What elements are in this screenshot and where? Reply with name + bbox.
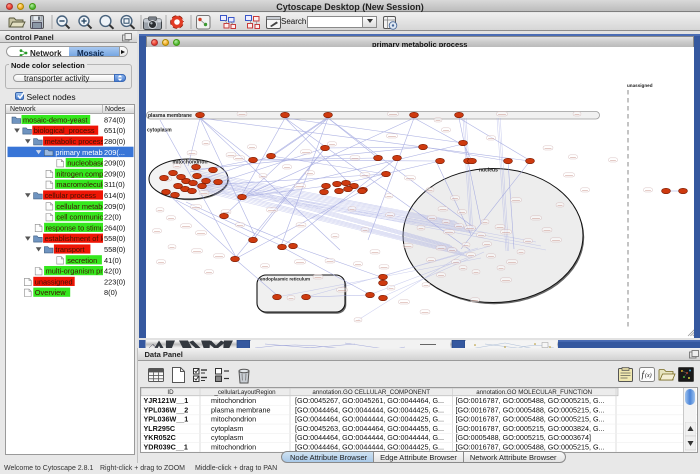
svg-text:plasma membrane: plasma membrane xyxy=(211,405,271,414)
svg-text:558(0): 558(0) xyxy=(104,234,125,243)
svg-text:ID: ID xyxy=(167,388,174,395)
svg-text:[GO:0044464, GO:0044444, GO:00: [GO:0044464, GO:0044444, GO:0044425, G..… xyxy=(295,414,444,423)
svg-text:mitochondrion: mitochondrion xyxy=(211,396,256,405)
svg-text:_cellularLayoutRegion: _cellularLayoutRegion xyxy=(213,388,276,395)
svg-text:biological_process: biological_process xyxy=(34,126,95,135)
svg-text:209(0): 209(0) xyxy=(104,201,125,210)
svg-text:establishment of lo: establishment of lo xyxy=(45,234,107,243)
svg-text:cell communicat: cell communicat xyxy=(56,212,109,221)
svg-text:endoplasmic reticulum: endoplasmic reticulum xyxy=(260,277,310,282)
svg-text:plasma membrane: plasma membrane xyxy=(148,113,192,119)
svg-text:209(0): 209(0) xyxy=(104,169,125,178)
svg-text:651(0): 651(0) xyxy=(104,126,125,135)
svg-text:unassigned: unassigned xyxy=(627,83,653,88)
svg-text:cytoplasm: cytoplasm xyxy=(211,423,243,432)
svg-text:(x): (x) xyxy=(645,372,652,379)
svg-text:223(0): 223(0) xyxy=(104,277,125,286)
svg-text:[GO:0016787, GO:0005488, GO:00: [GO:0016787, GO:0005488, GO:0005215, G..… xyxy=(456,414,605,423)
svg-text:mosaic-demo-yeast: mosaic-demo-yeast xyxy=(23,115,87,124)
svg-text:YLR295C: YLR295C xyxy=(144,423,176,432)
svg-text:YPL036W__2: YPL036W__2 xyxy=(144,405,189,414)
svg-text:cellular metabol: cellular metabol xyxy=(56,201,108,210)
svg-text:transport: transport xyxy=(55,245,84,254)
svg-text:YDR039C__1: YDR039C__1 xyxy=(144,442,188,451)
svg-text:Overview: Overview xyxy=(35,288,66,297)
svg-text:[GO:0016787, GO:0005488, GO:00: [GO:0016787, GO:0005488, GO:0005215, G..… xyxy=(456,405,605,414)
svg-text:311(0): 311(0) xyxy=(104,180,125,189)
svg-text:264(0): 264(0) xyxy=(104,223,125,232)
svg-text:209(...: 209(... xyxy=(104,147,125,156)
svg-text:[GO:0045267, GO:0045261, GO:00: [GO:0045267, GO:0045261, GO:0044464, G..… xyxy=(295,396,444,405)
svg-text:42(0): 42(0) xyxy=(104,266,121,275)
svg-text:558(0): 558(0) xyxy=(104,245,125,254)
svg-text:[GO:0016787, GO:0005215, GO:00: [GO:0016787, GO:0005215, GO:0003824, G..… xyxy=(456,423,605,432)
svg-text:[GO:0044464, GO:0044444, GO:00: [GO:0044464, GO:0044444, GO:0044444, G..… xyxy=(295,433,444,442)
svg-text:[GO:0016787, GO:0005488, GO:00: [GO:0016787, GO:0005488, GO:0005215, G..… xyxy=(456,396,605,405)
svg-text:multi-organism pro: multi-organism pro xyxy=(46,266,107,275)
svg-text:nucleus: nucleus xyxy=(479,168,498,174)
svg-text:annotation.GO MOLECULAR_FUNCTI: annotation.GO MOLECULAR_FUNCTION xyxy=(476,388,592,395)
svg-text:614(0): 614(0) xyxy=(104,191,125,200)
svg-text:primary metabo: primary metabo xyxy=(55,147,106,156)
svg-text:YJR121W__1: YJR121W__1 xyxy=(144,396,189,405)
svg-text:YKR052C: YKR052C xyxy=(144,433,176,442)
svg-text:[GO:0005488, GO:0005215, GO:00: [GO:0005488, GO:0005215, GO:0003674] xyxy=(456,433,591,442)
svg-text:280(0): 280(0) xyxy=(104,137,125,146)
svg-text:cytoplasm: cytoplasm xyxy=(147,128,172,134)
svg-text:nitrogen compo: nitrogen compo xyxy=(56,169,107,178)
svg-text:[GO:0045263, GO:0044464, GO:00: [GO:0045263, GO:0044464, GO:0044455, G..… xyxy=(295,423,444,432)
svg-text:22(0): 22(0) xyxy=(104,212,121,221)
svg-text:metabolic process: metabolic process xyxy=(45,137,105,146)
svg-text:cellular process: cellular process xyxy=(45,191,97,200)
svg-text:unassigned: unassigned xyxy=(35,277,73,286)
svg-text:annotation.GO CELLULAR_COMPONE: annotation.GO CELLULAR_COMPONENT xyxy=(312,388,430,395)
svg-text:cytoplasm: cytoplasm xyxy=(211,433,243,442)
svg-text:response to stimulu: response to stimulu xyxy=(46,223,110,232)
svg-text:209(0): 209(0) xyxy=(104,158,125,167)
svg-text:macromolecule: macromolecule xyxy=(56,180,106,189)
svg-text:YPL036W__1: YPL036W__1 xyxy=(144,414,189,423)
svg-text:mitochondrion: mitochondrion xyxy=(211,442,256,451)
svg-text:8(0): 8(0) xyxy=(104,288,117,297)
svg-text:mitochondrion: mitochondrion xyxy=(211,414,256,423)
svg-text:874(0): 874(0) xyxy=(104,115,125,124)
svg-text:41(0): 41(0) xyxy=(104,255,121,264)
svg-text:[GO:0044464, GO:0044444, GO:00: [GO:0044464, GO:0044444, GO:0044425, G..… xyxy=(295,405,444,414)
svg-text:secretion: secretion xyxy=(67,255,97,264)
